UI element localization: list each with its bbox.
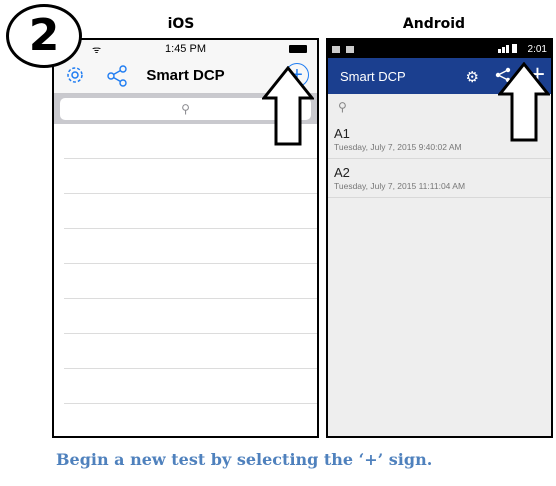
list-row (64, 264, 317, 299)
test-date: Tuesday, July 7, 2015 9:40:02 AM (334, 142, 462, 152)
android-status-time: 2:01 (527, 44, 547, 55)
test-name: A2 (334, 165, 350, 180)
android-label: Android (402, 16, 466, 32)
share-icon[interactable] (106, 65, 128, 87)
notification-icon (332, 45, 340, 53)
list-row (64, 229, 317, 264)
ios-status-bar: ᯤ 1:45 PM (54, 40, 317, 58)
gear-icon[interactable] (64, 64, 86, 86)
android-status-bar: 2:01 (328, 40, 551, 58)
notification-icon (346, 45, 354, 53)
ios-label: iOS (167, 16, 195, 32)
ios-app-title: Smart DCP (146, 67, 225, 84)
android-app-title: Smart DCP (340, 68, 406, 84)
list-row (64, 159, 317, 194)
signal-icon (497, 43, 524, 56)
list-item[interactable]: A2 Tuesday, July 7, 2015 11:11:04 AM (328, 159, 551, 198)
battery-icon (289, 45, 307, 53)
step-number-badge: 2 (6, 4, 82, 68)
ios-status-time: 1:45 PM (165, 43, 206, 55)
list-row (64, 299, 317, 334)
list-row (64, 194, 317, 229)
list-row (64, 369, 317, 404)
search-icon: ⚲ (338, 100, 347, 114)
android-test-list: ⚲ A1 Tuesday, July 7, 2015 9:40:02 AM A2… (328, 94, 551, 436)
search-icon: ⚲ (181, 102, 190, 116)
wifi-icon: ᯤ (92, 45, 102, 56)
test-date: Tuesday, July 7, 2015 11:11:04 AM (334, 181, 466, 191)
ios-test-list (54, 124, 317, 436)
list-row (64, 404, 317, 436)
list-row (64, 334, 317, 369)
instruction-caption: Begin a new test by selecting the ‘+’ si… (56, 450, 433, 469)
ios-pointer-arrow-icon (262, 66, 314, 146)
gear-icon[interactable]: ⚙ (466, 68, 479, 86)
android-pointer-arrow-icon (498, 62, 550, 142)
